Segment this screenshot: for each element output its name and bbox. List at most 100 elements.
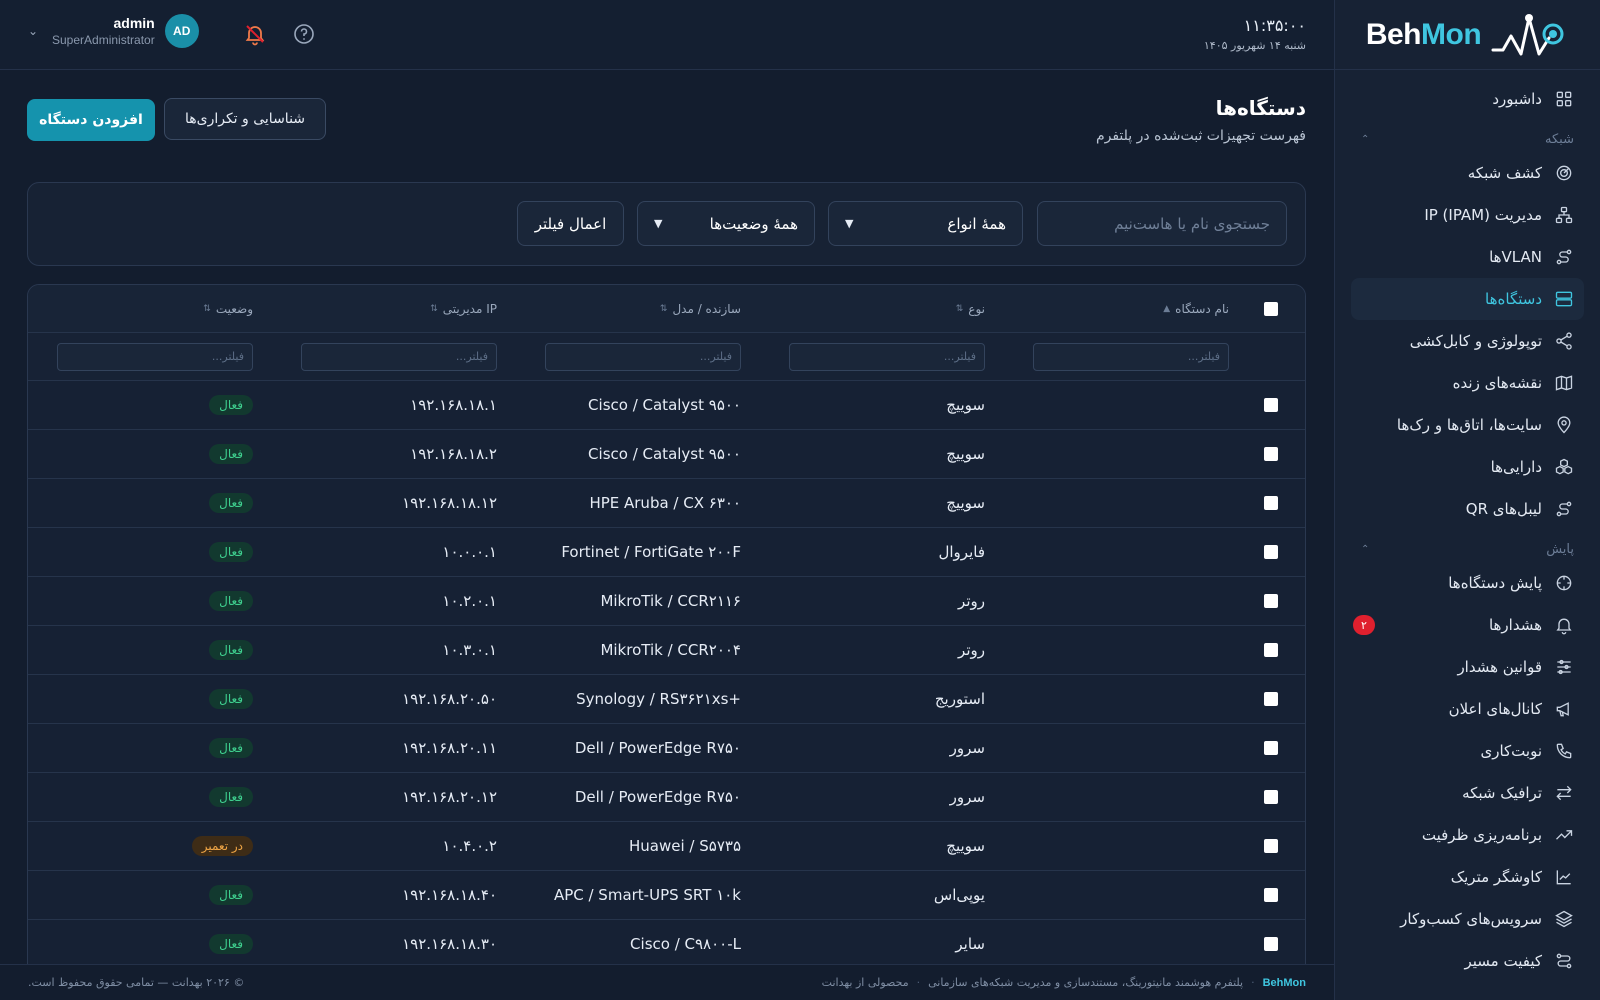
device-ip-text: ۱۹۲.۱۶۸.۱۸.۱۲ <box>402 494 497 512</box>
column-header-vendor[interactable]: سازنده / مدل ⇅ <box>545 285 741 332</box>
sidebar-item-assets[interactable]: دارایی‌ها <box>1351 446 1584 488</box>
column-header-ip[interactable]: IP مدیریتی ⇅ <box>301 285 497 332</box>
device-name-cell[interactable] <box>1033 479 1229 527</box>
sidebar-item-network-discovery[interactable]: کشف شبکه <box>1351 152 1584 194</box>
sidebar-item-capacity-planning[interactable]: برنامه‌ریزی ظرفیت <box>1351 814 1584 856</box>
device-name-cell[interactable] <box>1033 577 1229 625</box>
table-row[interactable]: سرور Dell / PowerEdge R۷۵۰ ۱۹۲.۱۶۸.۲۰.۱۲ فع… <box>28 773 1305 822</box>
table-row[interactable]: استوریج Synology / RS۳۶۲۱xs+ ۱۹۲.۱۶۸.۲۰.۵۰… <box>28 675 1305 724</box>
row-select-cell <box>1263 724 1279 772</box>
column-filter-ip[interactable]: فیلتر... <box>301 342 497 371</box>
table-row[interactable]: سوییچ Cisco / Catalyst ۹۵۰۰ ۱۹۲.۱۶۸.۱۸.۲ فع… <box>28 430 1305 479</box>
device-type-cell: سوییچ <box>946 837 985 855</box>
row-select-cell <box>1263 430 1279 478</box>
row-select-cell <box>1263 479 1279 527</box>
row-checkbox[interactable] <box>1264 839 1278 853</box>
sidebar-item-dashboard[interactable]: داشبورد <box>1351 78 1584 120</box>
user-menu[interactable]: ⌄ admin SuperAdministrator AD <box>28 14 199 48</box>
sidebar-item-ipam[interactable]: مدیریت IP (IPAM) <box>1351 194 1584 236</box>
device-name-cell[interactable] <box>1033 528 1229 576</box>
device-name-cell[interactable] <box>1033 430 1229 478</box>
table-row[interactable]: روتر MikroTik / CCR۲۰۰۴ ۱۰.۳.۰.۱ فعال <box>28 626 1305 675</box>
type-select[interactable]: همهٔ انواع ▼ <box>828 201 1023 246</box>
status-badge: فعال <box>209 787 253 807</box>
apply-filter-button[interactable]: اعمال فیلتر <box>517 201 624 246</box>
sidebar-item-metric-explorer[interactable]: کاوشگر متریک <box>1351 856 1584 898</box>
sidebar-item-live-maps[interactable]: نقشه‌های زنده <box>1351 362 1584 404</box>
row-checkbox[interactable] <box>1264 741 1278 755</box>
device-ip-cell: ۱۹۲.۱۶۸.۲۰.۱۲ <box>301 773 497 821</box>
row-checkbox[interactable] <box>1264 496 1278 510</box>
column-header-status[interactable]: وضعیت ⇅ <box>57 285 253 332</box>
row-checkbox[interactable] <box>1264 643 1278 657</box>
avatar[interactable]: AD <box>164 14 199 48</box>
select-all-checkbox[interactable] <box>1264 301 1278 316</box>
sidebar-section-network[interactable]: شبکه ⌃ <box>1351 126 1584 152</box>
sidebar-item-notification-channels[interactable]: کانال‌های اعلان <box>1351 688 1584 730</box>
device-name-cell[interactable] <box>1033 724 1229 772</box>
footer-copyright: © ۲۰۲۶ بهدانت — تمامی حقوق محفوظ است. <box>28 976 245 989</box>
device-name-cell[interactable] <box>1033 381 1229 429</box>
table-row[interactable]: فایروال Fortinet / FortiGate ۲۰۰F ۱۰.۰.۰.۱… <box>28 528 1305 577</box>
add-device-button[interactable]: افزودن دستگاه <box>27 99 155 141</box>
row-checkbox[interactable] <box>1264 790 1278 804</box>
sidebar-item-devices[interactable]: دستگاه‌ها <box>1351 278 1584 320</box>
device-ip-cell: ۱۹۲.۱۶۸.۲۰.۱۱ <box>301 724 497 772</box>
sidebar-item-topology[interactable]: توپولوژی و کابل‌کشی <box>1351 320 1584 362</box>
row-checkbox[interactable] <box>1264 398 1278 412</box>
table-row[interactable]: سرور Dell / PowerEdge R۷۵۰ ۱۹۲.۱۶۸.۲۰.۱۱ فع… <box>28 724 1305 773</box>
device-name-cell[interactable] <box>1033 773 1229 821</box>
sidebar-item-path-quality[interactable]: کیفیت مسیر <box>1351 940 1584 982</box>
row-checkbox[interactable] <box>1264 594 1278 608</box>
device-ip-cell: ۱۹۲.۱۶۸.۲۰.۵۰ <box>301 675 497 723</box>
sidebar-section-monitoring[interactable]: پایش ⌃ <box>1351 536 1584 562</box>
sidebar-item-qr-labels[interactable]: لیبل‌های QR <box>1351 488 1584 530</box>
sidebar-item-alerts[interactable]: هشدارها ۲ <box>1351 604 1584 646</box>
table-row[interactable]: یوپی‌اس APC / Smart-UPS SRT ۱۰k ۱۹۲.۱۶۸.۱۸… <box>28 871 1305 920</box>
device-name-cell[interactable] <box>1033 871 1229 919</box>
megaphone-icon <box>1556 702 1569 717</box>
table-row[interactable]: روتر MikroTik / CCR۲۱۱۶ ۱۰.۲.۰.۱ فعال <box>28 577 1305 626</box>
sidebar-item-sites[interactable]: سایت‌ها، اتاق‌ها و رک‌ها <box>1351 404 1584 446</box>
table-row[interactable]: سوییچ Cisco / Catalyst ۹۵۰۰ ۱۹۲.۱۶۸.۱۸.۱ فع… <box>28 381 1305 430</box>
row-checkbox[interactable] <box>1264 447 1278 461</box>
sidebar-item-vlans[interactable]: VLANها <box>1351 236 1584 278</box>
sidebar-item-network-traffic[interactable]: ترافیک شبکه <box>1351 772 1584 814</box>
sidebar-item-business-services[interactable]: سرویس‌های کسب‌وکار <box>1351 898 1584 940</box>
row-checkbox[interactable] <box>1264 888 1278 902</box>
filter-cell-status: فیلتر... <box>57 333 253 380</box>
device-vendor-text: Fortinet / FortiGate ۲۰۰F <box>561 543 741 561</box>
brand-logo[interactable]: BehMon <box>1335 0 1600 70</box>
column-filter-vendor[interactable]: فیلتر... <box>545 342 741 371</box>
column-filter-name[interactable]: فیلتر... <box>1033 342 1229 371</box>
column-filter-type[interactable]: فیلتر... <box>789 342 985 371</box>
sidebar-item-alert-rules[interactable]: قوانین هشدار <box>1351 646 1584 688</box>
user-role: SuperAdministrator <box>52 33 155 47</box>
search-input[interactable]: جستجوی نام یا هاست‌نیم <box>1037 201 1287 246</box>
footer-brand[interactable]: BehMon <box>1263 977 1306 989</box>
bell-off-icon[interactable] <box>243 22 267 46</box>
device-name-cell[interactable] <box>1033 675 1229 723</box>
row-checkbox[interactable] <box>1264 545 1278 559</box>
help-icon[interactable] <box>292 22 316 46</box>
row-checkbox[interactable] <box>1264 692 1278 706</box>
device-ip-cell: ۱۹۲.۱۶۸.۱۸.۲ <box>301 430 497 478</box>
device-ip-text: ۱۹۲.۱۶۸.۲۰.۱۱ <box>402 739 497 757</box>
sidebar-item-device-monitoring[interactable]: پایش دستگاه‌ها <box>1351 562 1584 604</box>
device-status-cell: فعال <box>57 577 253 625</box>
row-checkbox[interactable] <box>1264 937 1278 951</box>
column-header-type[interactable]: نوع ⇅ <box>789 285 985 332</box>
top-bar: ۱۱:۳۵:۰۰ شنبه ۱۴ شهریور ۱۴۰۵ ⌄ admin Sup… <box>0 0 1334 70</box>
status-select[interactable]: همهٔ وضعیت‌ها ▼ <box>637 201 815 246</box>
column-filter-status[interactable]: فیلتر... <box>57 342 253 371</box>
table-row[interactable]: سوییچ Huawei / S۵۷۳۵ ۱۰.۴.۰.۲ در تعمیر <box>28 822 1305 871</box>
device-vendor-text: Cisco / C۹۸۰۰-L <box>630 935 741 953</box>
discovery-duplicates-button[interactable]: شناسایی و تکراری‌ها <box>164 98 326 140</box>
sidebar-item-on-call[interactable]: نوبت‌کاری <box>1351 730 1584 772</box>
column-header-name[interactable]: نام دستگاه ▲ <box>1033 285 1229 332</box>
device-name-cell[interactable] <box>1033 920 1229 968</box>
device-name-cell[interactable] <box>1033 822 1229 870</box>
table-row[interactable]: سوییچ HPE Aruba / CX ۶۳۰۰ ۱۹۲.۱۶۸.۱۸.۱۲ فعا… <box>28 479 1305 528</box>
table-row[interactable]: سایر Cisco / C۹۸۰۰-L ۱۹۲.۱۶۸.۱۸.۳۰ فعال <box>28 920 1305 969</box>
device-name-cell[interactable] <box>1033 626 1229 674</box>
